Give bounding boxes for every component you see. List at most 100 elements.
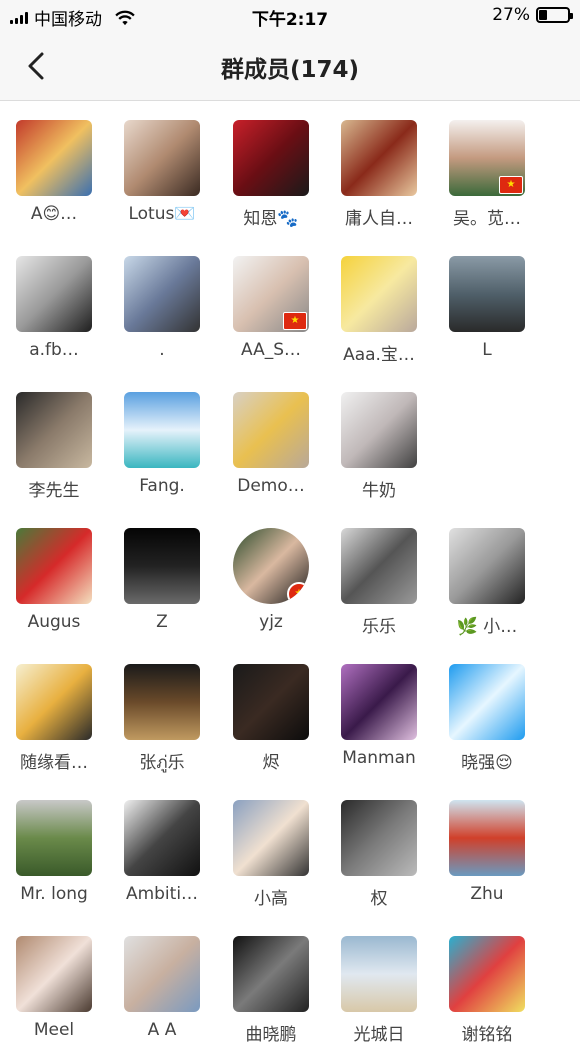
battery-icon: [536, 7, 573, 23]
member-item[interactable]: Augus: [0, 508, 108, 644]
avatar: [341, 800, 417, 876]
member-item[interactable]: Aaa.宝…: [325, 236, 433, 372]
member-name: Aaa.宝…: [343, 345, 415, 365]
nav-bar: 群成员(174): [0, 32, 580, 101]
avatar: ★: [233, 256, 309, 332]
avatar: [16, 664, 92, 740]
member-name: Meel: [33, 1020, 75, 1040]
member-name: Z: [156, 612, 168, 632]
avatar: [449, 936, 525, 1012]
member-name: A😊…: [30, 204, 78, 224]
avatar: [449, 800, 525, 876]
member-name: 吴。苋…: [453, 209, 521, 229]
member-item[interactable]: 李先生: [0, 372, 108, 508]
member-name: yjz: [259, 612, 283, 632]
avatar: [124, 664, 200, 740]
avatar: [124, 256, 200, 332]
member-name: 乐乐: [362, 617, 396, 637]
avatar: [124, 528, 200, 604]
avatar: [16, 120, 92, 196]
member-item[interactable]: ★ AA_S…: [217, 236, 325, 372]
avatar: [233, 800, 309, 876]
member-item[interactable]: 🌿 小…: [433, 508, 541, 644]
avatar: [16, 256, 92, 332]
avatar: [341, 664, 417, 740]
member-name: Mr. long: [20, 884, 88, 904]
member-item[interactable]: 烬: [217, 644, 325, 780]
member-name: Lotus💌: [128, 204, 196, 224]
avatar: [233, 664, 309, 740]
member-name: Augus: [27, 612, 81, 632]
status-bar: 中国移动 下午2:17 27%: [0, 0, 580, 32]
member-item[interactable]: L: [433, 236, 541, 372]
battery-percent: 27%: [492, 5, 530, 25]
member-item[interactable]: 晓强😌: [433, 644, 541, 780]
member-item[interactable]: 权: [325, 780, 433, 916]
member-item[interactable]: ★ 吴。苋…: [433, 100, 541, 236]
member-name: Zhu: [470, 884, 504, 904]
member-name: L: [482, 340, 492, 360]
avatar: [449, 664, 525, 740]
avatar: [341, 936, 417, 1012]
china-flag-icon: ★: [499, 176, 523, 194]
china-flag-icon: ★: [287, 582, 309, 604]
member-name: 随缘看…: [20, 753, 88, 773]
avatar: [449, 256, 525, 332]
avatar: [16, 936, 92, 1012]
avatar: [341, 528, 417, 604]
avatar: [341, 256, 417, 332]
member-name: Ambiti…: [125, 884, 199, 904]
member-name: .: [159, 340, 165, 360]
member-item[interactable]: 随缘看…: [0, 644, 108, 780]
page-title: 群成员(174): [220, 57, 360, 83]
china-flag-icon: ★: [283, 312, 307, 330]
member-item[interactable]: Manman: [325, 644, 433, 780]
member-item[interactable]: Demo…: [217, 372, 325, 508]
member-item[interactable]: 张ภู่乐: [108, 644, 216, 780]
member-item[interactable]: 乐乐: [325, 508, 433, 644]
member-item[interactable]: 小高: [217, 780, 325, 916]
member-name: 光城日: [353, 1025, 405, 1045]
member-name: 🌿 小…: [456, 617, 518, 637]
member-item[interactable]: 知恩🐾: [217, 100, 325, 236]
avatar: [449, 528, 525, 604]
member-item[interactable]: Mr. long: [0, 780, 108, 916]
member-item[interactable]: A😊…: [0, 100, 108, 236]
member-name: a.fb…: [29, 340, 79, 360]
member-item[interactable]: .: [108, 236, 216, 372]
member-name: 知恩🐾: [243, 209, 299, 229]
avatar: [233, 120, 309, 196]
member-name: 小高: [254, 889, 288, 909]
member-item[interactable]: Z: [108, 508, 216, 644]
member-item[interactable]: ★ yjz: [217, 508, 325, 644]
member-name: AA_S…: [240, 340, 302, 360]
avatar: [124, 800, 200, 876]
avatar: [16, 392, 92, 468]
member-name: 晓强😌: [461, 753, 513, 773]
member-item[interactable]: a.fb…: [0, 236, 108, 372]
avatar: [341, 392, 417, 468]
avatar: ★: [233, 528, 309, 604]
avatar: [124, 120, 200, 196]
member-item[interactable]: Lotus💌: [108, 100, 216, 236]
avatar: [16, 800, 92, 876]
member-item[interactable]: Zhu: [433, 780, 541, 916]
member-name: 牛奶: [362, 481, 396, 501]
member-name: A A: [147, 1020, 177, 1040]
member-name: Manman: [342, 748, 416, 768]
member-item[interactable]: 牛奶: [325, 372, 433, 508]
member-name: 谢铭铭: [461, 1025, 513, 1045]
avatar: [233, 392, 309, 468]
member-name: 权: [370, 889, 388, 909]
member-name: 烬: [262, 753, 280, 773]
member-name: 李先生: [28, 481, 80, 501]
member-name: Fang.: [139, 476, 185, 496]
member-item[interactable]: Ambiti…: [108, 780, 216, 916]
member-item[interactable]: Fang.: [108, 372, 216, 508]
avatar: [233, 936, 309, 1012]
member-name: Demo…: [237, 476, 305, 496]
avatar: [124, 936, 200, 1012]
member-name: 张ภู่乐: [139, 753, 185, 773]
member-item[interactable]: 庸人自…: [325, 100, 433, 236]
avatar: [341, 120, 417, 196]
